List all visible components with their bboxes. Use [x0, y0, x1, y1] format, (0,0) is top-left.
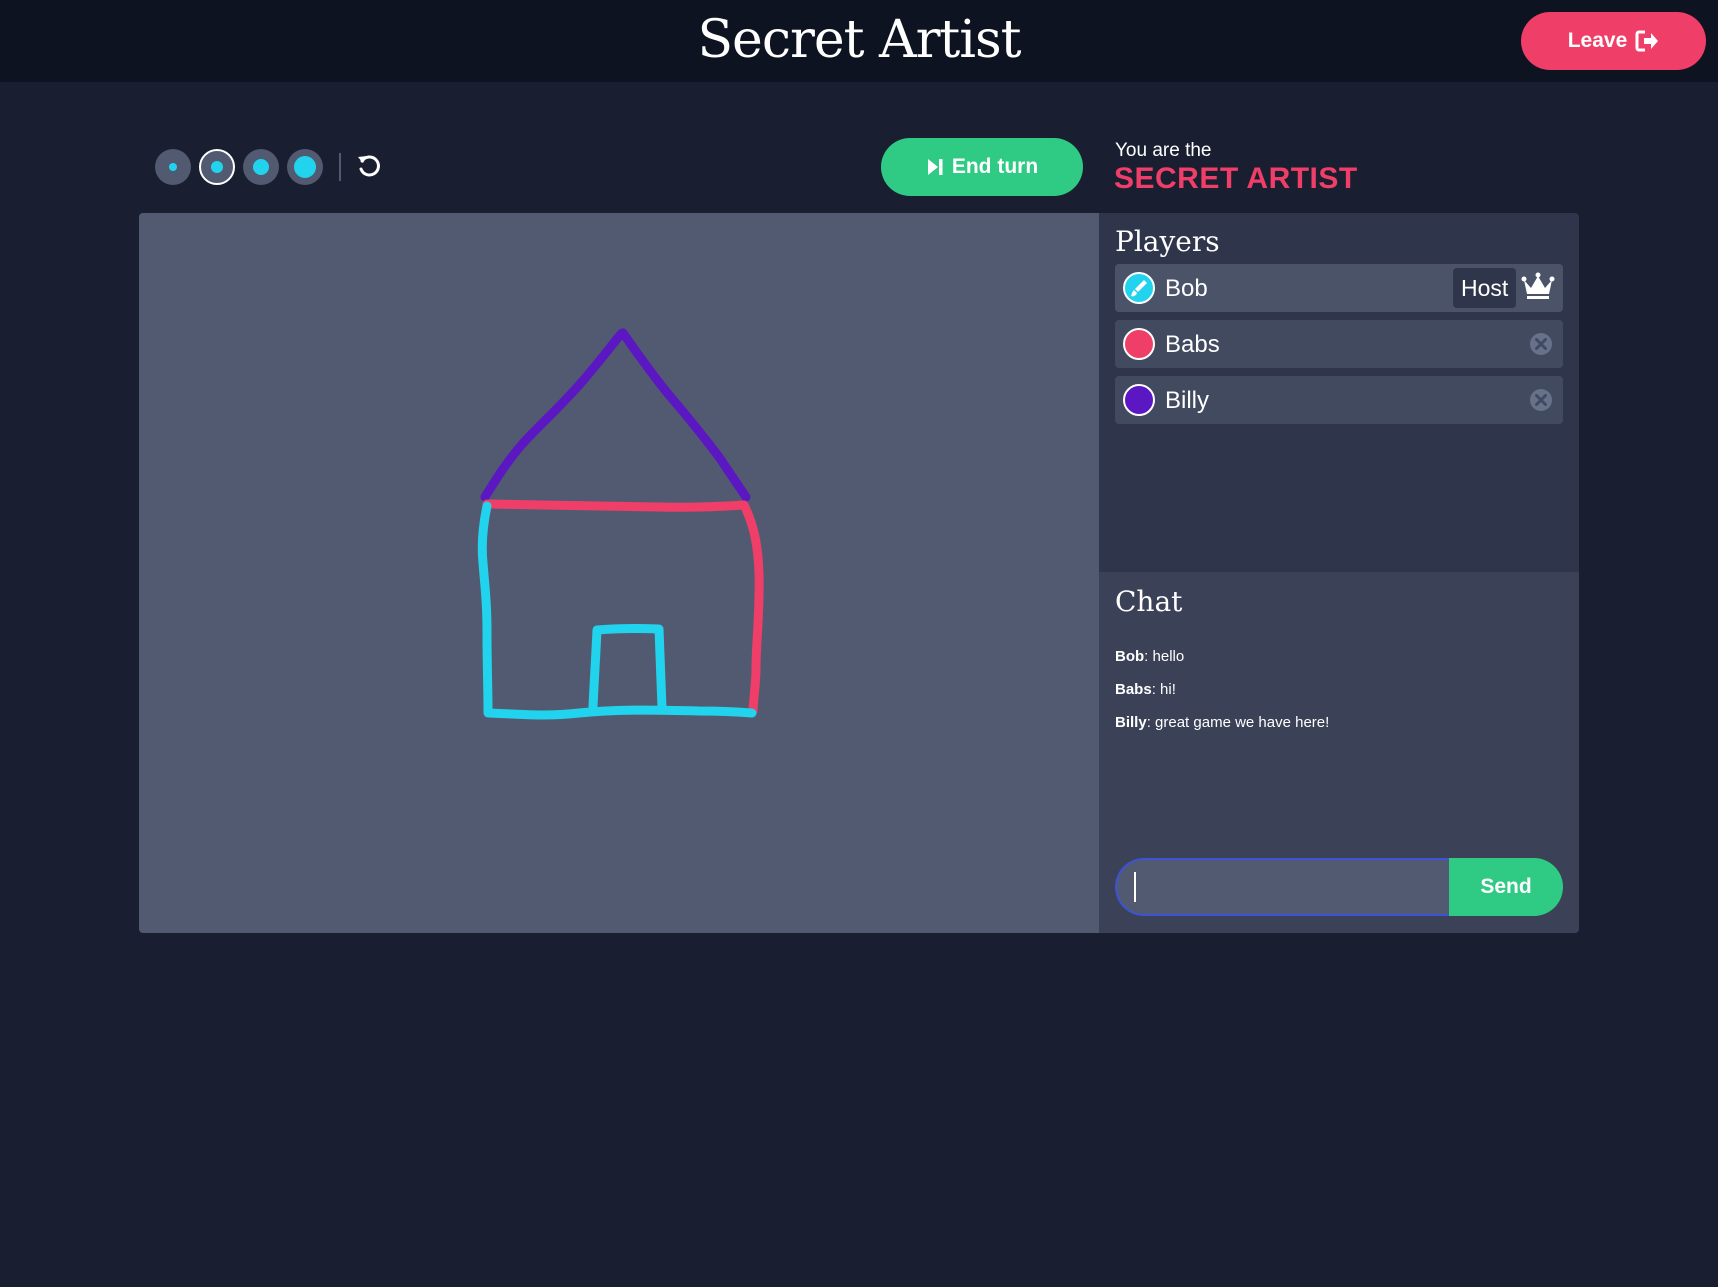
stroke-wall-left [477, 501, 493, 717]
brush-dot-icon [169, 163, 177, 171]
host-badge: Host [1453, 268, 1517, 308]
brush-size-large[interactable] [243, 149, 279, 185]
stroke-wall-bottom [483, 705, 757, 720]
send-button[interactable]: Send [1449, 858, 1563, 916]
skip-forward-icon [927, 159, 943, 175]
remove-player-icon[interactable] [1529, 332, 1553, 356]
crown-icon [1521, 272, 1555, 299]
role-name: SECRET ARTIST [1114, 162, 1358, 195]
players-panel: Players Bob Host Babs Billy [1099, 213, 1579, 572]
stroke-roof [480, 328, 751, 502]
chat-input[interactable] [1115, 858, 1451, 916]
brush-size-extra-large[interactable] [287, 149, 323, 185]
chat-author: Billy [1115, 714, 1147, 731]
chat-text: great game we have here! [1155, 714, 1330, 731]
chat-title: Chat [1115, 585, 1183, 618]
player-name: Babs [1165, 331, 1220, 358]
brush-dot-icon [253, 159, 269, 175]
brush-dot-icon [211, 161, 223, 173]
chat-author: Bob [1115, 648, 1145, 665]
player-name: Billy [1165, 387, 1210, 414]
chat-author: Babs [1115, 681, 1152, 698]
chat-panel: Chat Bob: hello Babs: hi! Billy: great g… [1099, 572, 1579, 933]
brush-dot-icon [294, 156, 316, 178]
chat-message: Babs: hi! [1115, 681, 1176, 698]
undo-icon [358, 155, 380, 177]
player-name: Bob [1165, 275, 1208, 302]
chat-text: hi! [1160, 681, 1176, 698]
players-title: Players [1115, 225, 1220, 258]
undo-button[interactable] [354, 151, 384, 181]
player-color-swatch [1123, 384, 1155, 416]
player-color-swatch [1123, 272, 1155, 304]
drawing-canvas[interactable] [139, 213, 1099, 933]
drawing-strokes [477, 328, 764, 720]
chat-message: Billy: great game we have here! [1115, 714, 1330, 731]
chat-message: Bob: hello [1115, 648, 1185, 665]
stroke-door [588, 624, 667, 713]
app-header: Secret Artist Leave [0, 0, 1718, 82]
brush-icon [1131, 280, 1147, 297]
player-row-billy: Billy [1115, 376, 1563, 424]
leave-button[interactable]: Leave [1521, 12, 1706, 70]
leave-button-label: Leave [1567, 29, 1628, 52]
stroke-wall-right [739, 500, 764, 716]
chat-text: hello [1152, 648, 1185, 665]
toolbar-divider [339, 153, 341, 181]
brush-size-medium[interactable] [199, 149, 235, 185]
end-turn-label: End turn [951, 155, 1039, 178]
stroke-wall-top [482, 499, 749, 512]
text-caret [1134, 872, 1136, 902]
player-row-bob[interactable]: Bob Host [1115, 264, 1563, 312]
sign-out-icon [1635, 30, 1659, 52]
brush-size-small[interactable] [155, 149, 191, 185]
remove-player-icon[interactable] [1529, 388, 1553, 412]
player-row-babs: Babs [1115, 320, 1563, 368]
role-intro: You are the [1115, 140, 1212, 161]
app-title: Secret Artist [697, 10, 1021, 70]
player-color-swatch [1123, 328, 1155, 360]
end-turn-button[interactable]: End turn [881, 138, 1083, 196]
